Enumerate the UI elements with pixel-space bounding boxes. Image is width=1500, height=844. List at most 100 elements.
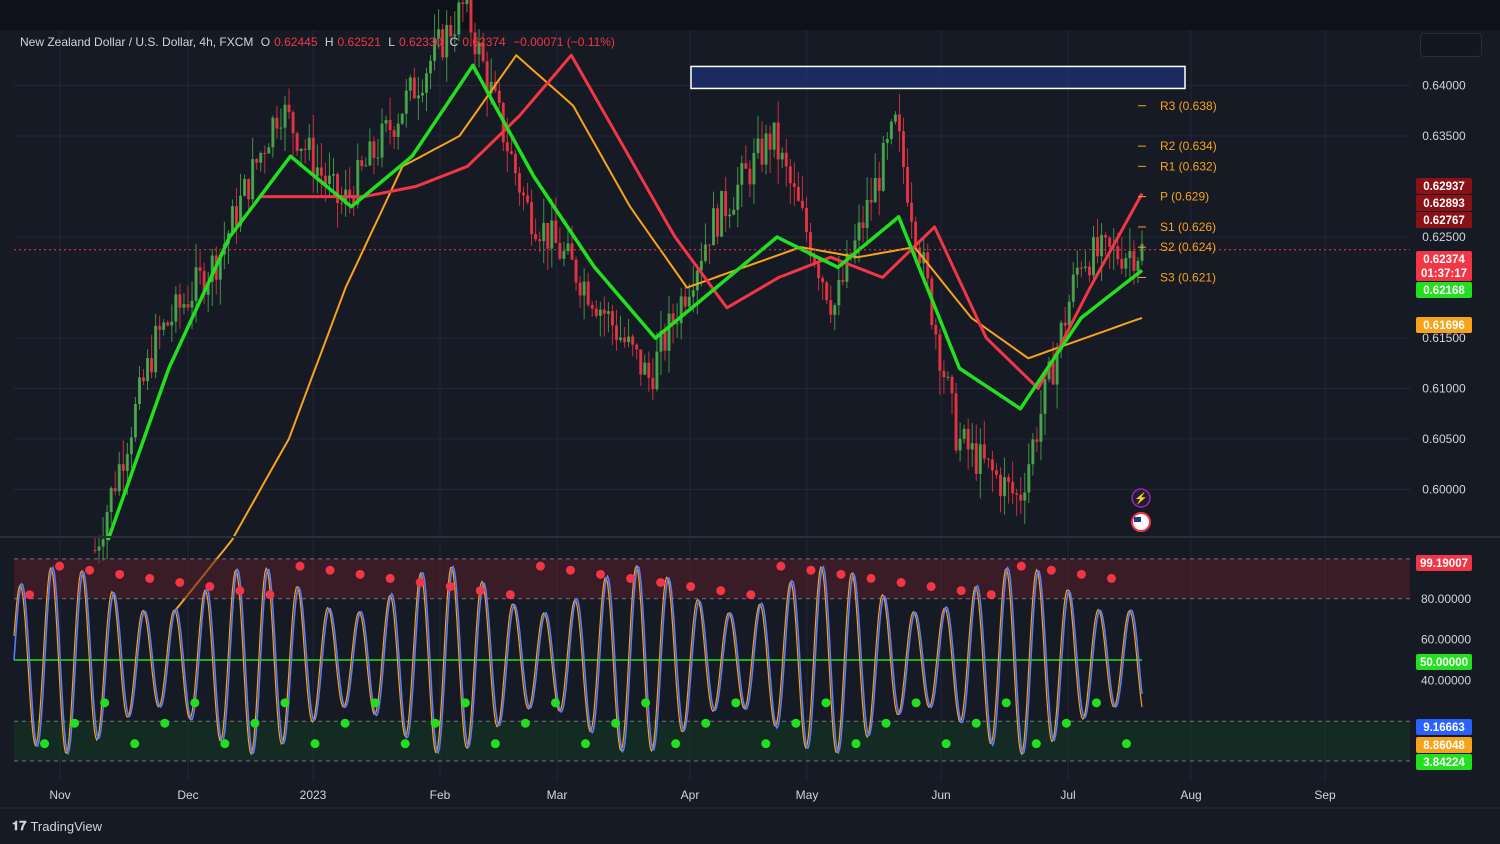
candle-body (380, 123, 384, 158)
y-tick-label: 0.61500 (1422, 331, 1466, 345)
candle-body (154, 325, 158, 373)
tradingview-logo-icon: 𝟏𝟕 (12, 818, 27, 833)
price-axis-label: 0.62937 (1423, 181, 1465, 193)
candle-body (610, 311, 614, 326)
candle-body (711, 208, 715, 246)
tradingview-brand: TradingView (30, 818, 103, 834)
candle-body (158, 325, 162, 330)
candle-body (881, 142, 885, 191)
candle-body (429, 60, 433, 74)
candle-body (938, 334, 942, 371)
candle-body (327, 175, 331, 185)
candle-body (178, 294, 182, 308)
candle-body (1023, 492, 1027, 501)
oversold-dot (280, 698, 290, 708)
y-tick-label: 0.61000 (1422, 382, 1466, 396)
oversold-dot (851, 739, 861, 749)
candle-body (707, 244, 711, 246)
candle-body (198, 267, 202, 271)
oversold-dot (821, 698, 831, 708)
oversold-dot (430, 718, 440, 728)
candle-body (562, 251, 566, 259)
candle-body (893, 114, 897, 122)
candle-body (1071, 274, 1075, 302)
pivot-label: S3 (0.621) (1160, 270, 1216, 284)
overbought-dot (1106, 573, 1116, 583)
candle-body (424, 73, 428, 93)
candle-body (986, 458, 990, 460)
chart-canvas[interactable]: Nov Dec 2023 Feb Mar Apr May Jun Jul Aug Sep 0.6400… (0, 0, 1500, 844)
x-tick-label: Jul (1060, 788, 1075, 802)
candle-body (1019, 494, 1023, 501)
candle-body (974, 443, 978, 475)
candle-body (651, 377, 655, 390)
overbought-dot (25, 590, 35, 600)
oversold-dot (1001, 698, 1011, 708)
candle-body (574, 259, 578, 283)
candle-body (999, 474, 1003, 497)
osc-axis-label: 50.00000 (1420, 657, 1468, 669)
oversold-dot (220, 739, 230, 749)
candle-body (764, 133, 768, 165)
oversold-dot (310, 739, 320, 749)
candle-body (1120, 259, 1124, 269)
low-key: L (388, 35, 395, 49)
oversold-dot (611, 718, 621, 728)
oversold-dot (70, 718, 80, 728)
candle-body (857, 222, 861, 241)
candle-body (150, 358, 154, 373)
candle-body (606, 311, 610, 314)
price-axis-label: 0.61696 (1423, 320, 1465, 332)
candle-body (582, 281, 586, 296)
candle-body (800, 200, 804, 208)
candle-body (1132, 251, 1136, 271)
overbought-dot (1076, 569, 1086, 579)
candle-body (319, 167, 323, 176)
overbought-dot (626, 573, 636, 583)
candle-body (146, 358, 150, 382)
pivot-label: R3 (0.638) (1160, 99, 1217, 113)
candle-body (283, 104, 287, 128)
candle-body (93, 550, 97, 552)
candle-body (364, 165, 368, 167)
overbought-dot (746, 590, 756, 600)
overbought-dot (806, 565, 816, 575)
candle-body (724, 191, 728, 217)
candle-body (720, 191, 724, 237)
candle-body (392, 130, 396, 137)
oversold-dot (100, 698, 110, 708)
candle-body (1108, 237, 1112, 247)
candle-body (736, 184, 740, 210)
candle-body (376, 157, 380, 159)
pivot-label: R2 (0.634) (1160, 139, 1217, 153)
candle-body (695, 270, 699, 291)
candle-body (748, 168, 752, 185)
candle-body (1116, 246, 1120, 260)
overbought-dot (445, 582, 455, 592)
candle-body (509, 151, 513, 154)
candle-body (303, 148, 307, 150)
x-tick-label: Aug (1180, 788, 1201, 802)
candle-body (1104, 235, 1108, 238)
candle-body (1091, 237, 1095, 276)
oversold-dot (1091, 698, 1101, 708)
candle-body (517, 173, 521, 193)
candle-body (416, 95, 420, 99)
overbought-dot (896, 577, 906, 587)
candle-body (825, 282, 829, 301)
overbought-dot (716, 586, 726, 596)
candle-body (194, 267, 198, 301)
tradingview-footer[interactable]: 𝟏𝟕 TradingView (12, 818, 102, 834)
candle-body (627, 336, 631, 343)
oversold-dot (460, 698, 470, 708)
candle-body (877, 178, 881, 191)
candle-body (1035, 439, 1039, 442)
candle-body (602, 309, 606, 314)
price-axis-label: 01:37:17 (1421, 268, 1467, 280)
overbought-dot (175, 577, 185, 587)
pivot-label: R1 (0.632) (1160, 159, 1217, 173)
overbought-dot (205, 582, 215, 592)
overbought-dot (776, 561, 786, 571)
candle-body (691, 290, 695, 297)
overbought-dot (1046, 565, 1056, 575)
